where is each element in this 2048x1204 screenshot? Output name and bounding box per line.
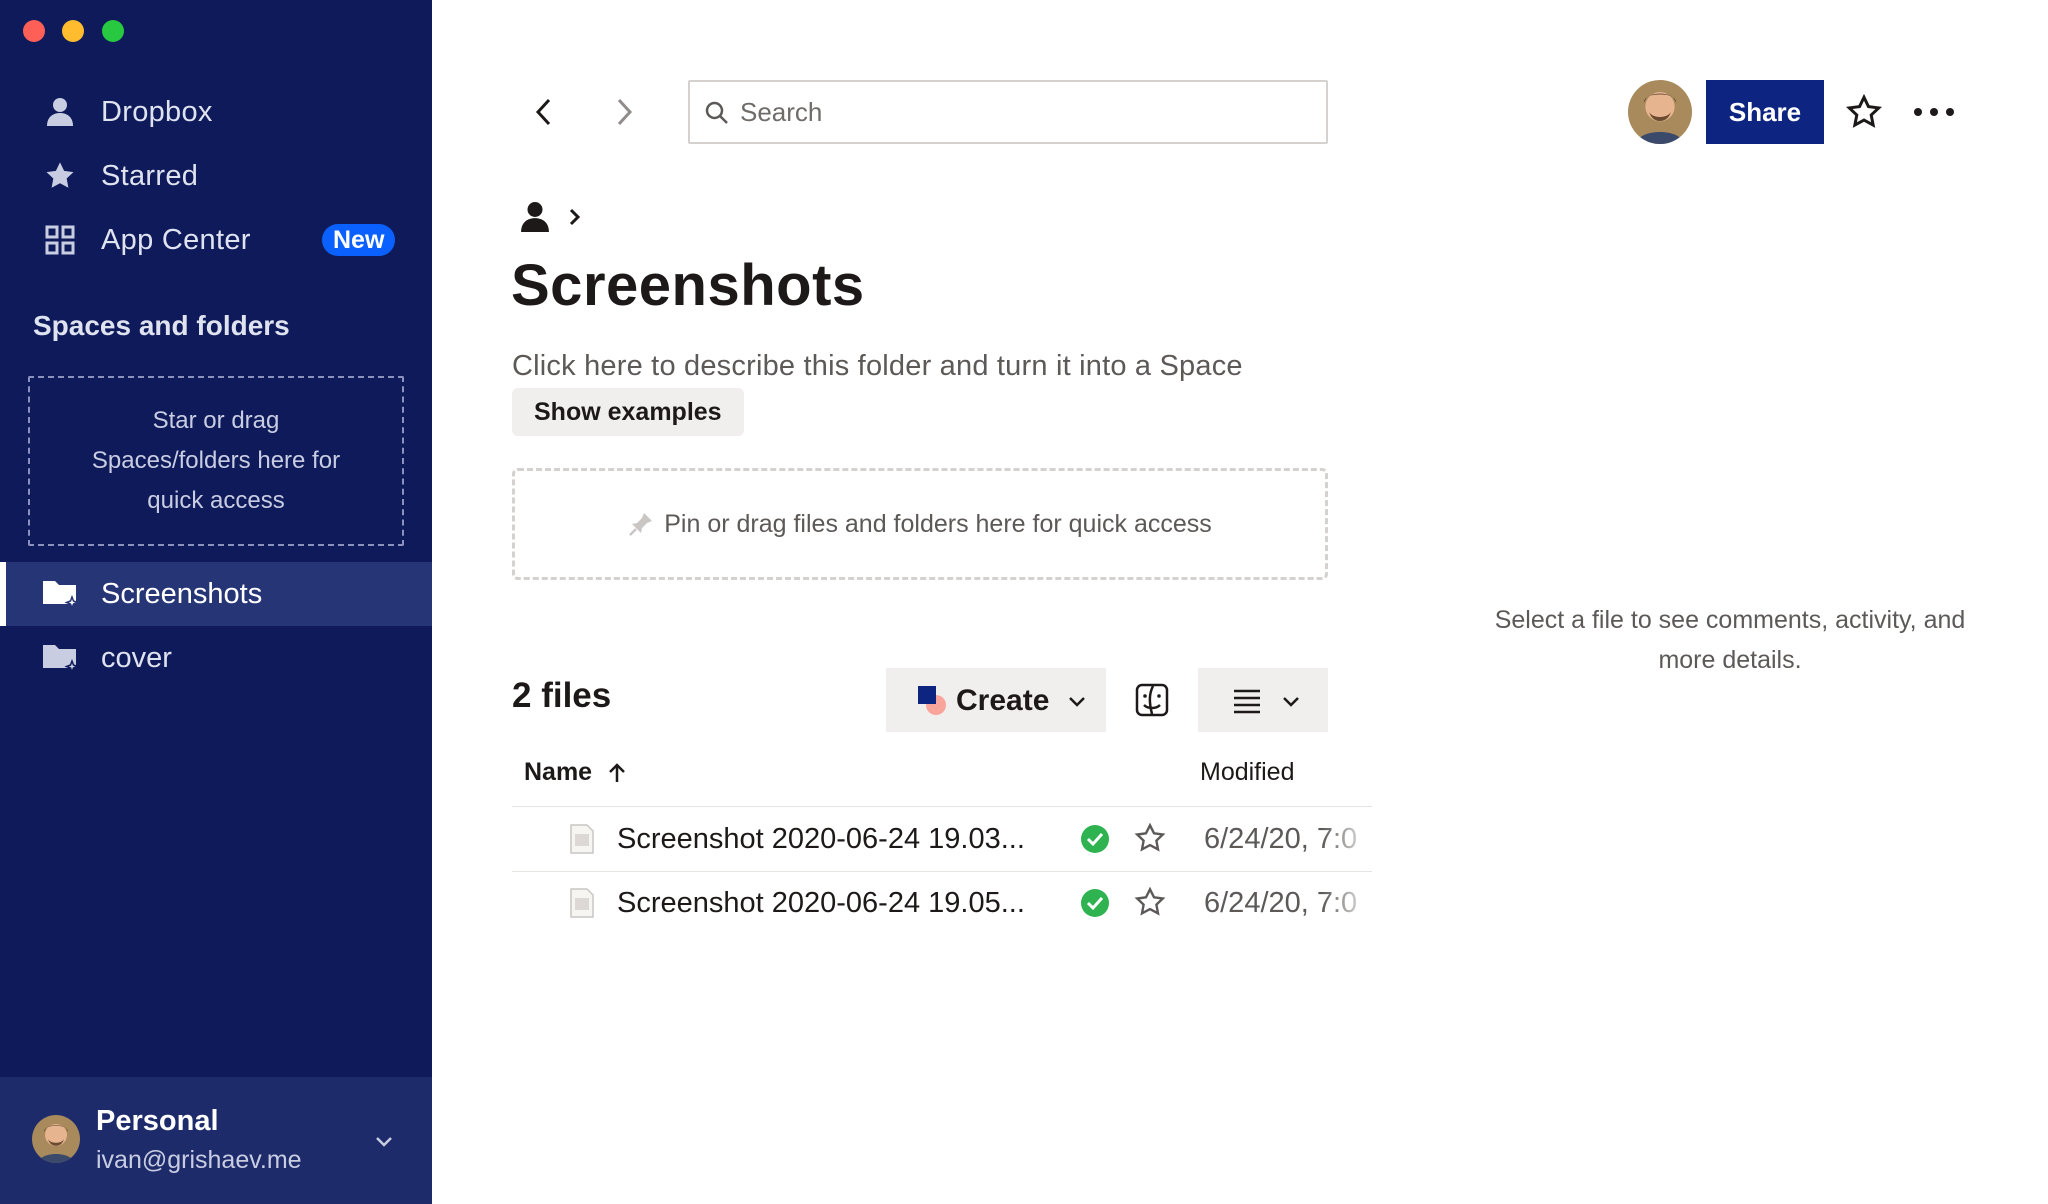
dot-icon: [1946, 108, 1954, 116]
fade-overlay: [1322, 808, 1372, 872]
breadcrumb-root-icon[interactable]: [520, 200, 550, 234]
apps-grid-icon: [44, 224, 76, 256]
dot-icon: [1930, 108, 1938, 116]
window-close-button[interactable]: [23, 20, 45, 42]
create-shapes-icon: [918, 686, 946, 715]
details-panel-hint: Select a file to see comments, activity,…: [1494, 606, 1966, 674]
sidebar-item-starred[interactable]: Starred: [0, 146, 432, 206]
account-email: ivan@grishaev.me: [96, 1146, 302, 1174]
sidebar-item-app-center[interactable]: App Center New: [0, 210, 432, 270]
back-button[interactable]: [524, 92, 564, 132]
new-badge: New: [322, 224, 396, 256]
chevron-down-icon: [1069, 697, 1085, 707]
folder-description[interactable]: Click here to describe this folder and t…: [512, 350, 1243, 383]
chevron-right-icon: [617, 98, 633, 126]
search-input[interactable]: [740, 92, 1310, 132]
account-switcher[interactable]: Personal ivan@grishaev.me: [0, 1077, 432, 1204]
pin-hint-text: Pin or drag files and folders here for q…: [664, 509, 1212, 538]
table-row[interactable]: Screenshot 2020-06-24 19.05... 6/24/20, …: [512, 872, 1372, 936]
chevron-down-icon: [1283, 697, 1299, 707]
sidebar-item-dropbox[interactable]: Dropbox: [0, 82, 432, 142]
star-outline-icon[interactable]: [1846, 94, 1882, 130]
sort-ascending-icon: [606, 762, 628, 784]
files-count: 2 files: [512, 676, 612, 715]
breadcrumb-chevron-icon: [569, 208, 581, 226]
view-options-button[interactable]: [1198, 668, 1328, 732]
share-button[interactable]: Share: [1706, 80, 1824, 144]
column-header-label: Name: [524, 758, 593, 786]
file-name: Screenshot 2020-06-24 19.03...: [617, 823, 1025, 855]
star-icon: [44, 160, 76, 192]
file-name: Screenshot 2020-06-24 19.05...: [617, 887, 1025, 919]
sidebar-folder-screenshots[interactable]: Screenshots: [0, 562, 432, 626]
pin-drop-zone[interactable]: Pin or drag files and folders here for q…: [512, 468, 1328, 580]
shared-folder-icon: [43, 581, 80, 611]
create-button[interactable]: Create: [886, 668, 1106, 732]
table-row[interactable]: Screenshot 2020-06-24 19.03... 6/24/20, …: [512, 808, 1372, 872]
sidebar-item-label: App Center: [101, 223, 251, 256]
image-file-icon: [570, 824, 594, 854]
person-icon: [44, 96, 76, 128]
star-outline-icon[interactable]: [1134, 886, 1166, 918]
search-icon: [705, 101, 728, 124]
sidebar-item-label: Starred: [101, 159, 199, 192]
shared-folder-icon: [43, 645, 80, 675]
star-outline-icon[interactable]: [1134, 822, 1166, 854]
window-maximize-button[interactable]: [102, 20, 124, 42]
account-name: Personal: [96, 1105, 219, 1137]
pin-icon: [628, 511, 654, 537]
window-minimize-button[interactable]: [62, 20, 84, 42]
show-examples-button[interactable]: Show examples: [512, 388, 744, 436]
quick-access-drop-zone[interactable]: Star or drag Spaces/folders here for qui…: [28, 376, 404, 546]
more-options-button[interactable]: [1914, 100, 1954, 124]
synced-check-icon: [1081, 825, 1109, 853]
sidebar-folder-cover[interactable]: cover: [0, 626, 432, 690]
sidebar-folder-label: cover: [101, 641, 172, 674]
sidebar-item-label: Dropbox: [101, 95, 213, 128]
dot-icon: [1914, 108, 1922, 116]
spaces-section-title: Spaces and folders: [33, 310, 290, 341]
open-in-finder-icon[interactable]: [1132, 680, 1172, 720]
chevron-down-icon[interactable]: [372, 1129, 396, 1153]
page-title: Screenshots: [511, 253, 865, 318]
divider: [512, 806, 1372, 807]
column-header-modified[interactable]: Modified: [1200, 758, 1295, 787]
user-avatar[interactable]: [1628, 80, 1692, 144]
create-label: Create: [956, 684, 1050, 717]
fade-overlay: [1322, 872, 1372, 936]
sidebar: Dropbox Starred App Center New Spaces an…: [0, 0, 432, 1204]
sidebar-folder-label: Screenshots: [101, 577, 263, 610]
search-bar[interactable]: [688, 80, 1328, 144]
chevron-left-icon: [535, 98, 551, 126]
list-view-icon: [1234, 689, 1260, 714]
synced-check-icon: [1081, 889, 1109, 917]
column-header-name[interactable]: Name: [524, 758, 628, 787]
image-file-icon: [570, 888, 594, 918]
avatar: [32, 1115, 80, 1163]
forward-button[interactable]: [604, 92, 644, 132]
